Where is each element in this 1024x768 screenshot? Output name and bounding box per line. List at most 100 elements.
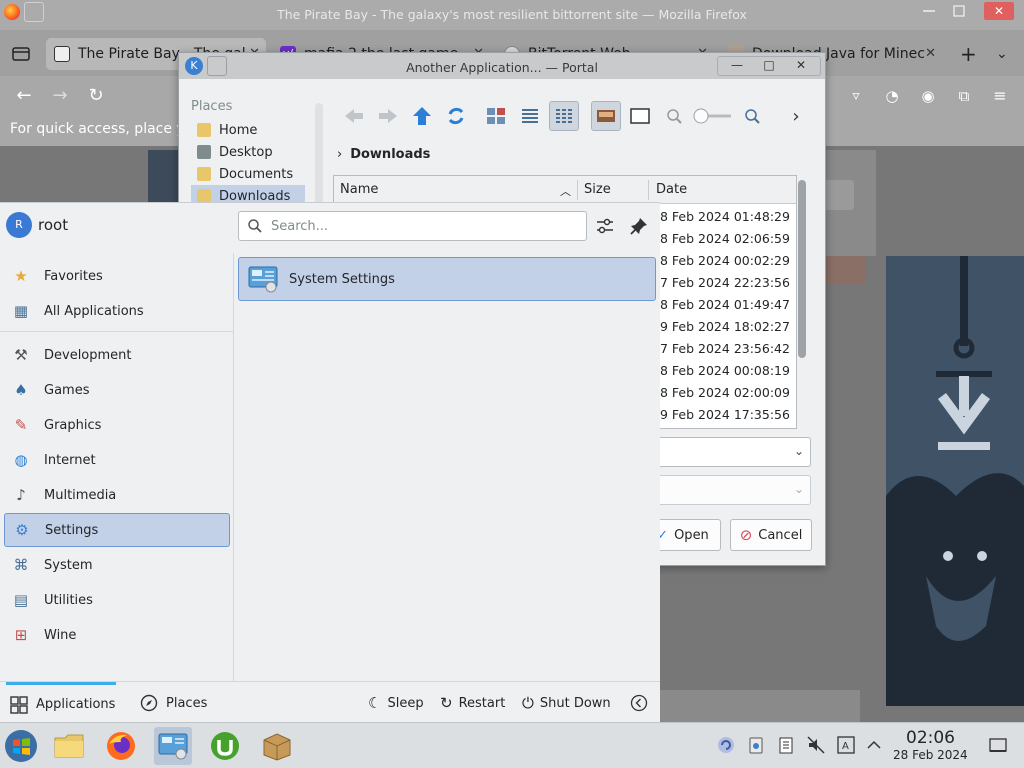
breadcrumb[interactable]: › Downloads — [337, 147, 430, 162]
extension-icon[interactable]: ◔ — [880, 84, 904, 108]
tab-places[interactable]: Places — [140, 682, 230, 724]
category-multimedia[interactable]: ♪ Multimedia — [4, 478, 230, 512]
preview-icon[interactable] — [591, 101, 621, 131]
dialog-toolbar: › — [339, 99, 819, 133]
forward-button[interactable]: → — [48, 84, 72, 108]
file-date: 8 Feb 2024 02:00:09 — [660, 385, 790, 400]
zoom-in-icon[interactable] — [737, 101, 767, 131]
hamburger-menu-icon[interactable]: ≡ — [988, 84, 1012, 108]
back-button[interactable]: ← — [12, 84, 36, 108]
column-name[interactable]: Name — [340, 182, 378, 197]
cancel-icon: ⊘ — [739, 526, 753, 544]
system-settings-taskbar-button[interactable] — [154, 727, 192, 765]
category-internet[interactable]: ◍ Internet — [4, 443, 230, 477]
maximize-button[interactable] — [950, 3, 968, 19]
tray-expand-chevron-icon[interactable] — [864, 735, 884, 755]
reload-button[interactable]: ↻ — [84, 84, 108, 108]
package-icon — [263, 733, 291, 761]
package-installer-taskbar-button[interactable] — [258, 727, 296, 765]
result-system-settings[interactable]: System Settings — [238, 257, 656, 301]
games-icon: ♠ — [14, 381, 28, 399]
file-type-filter-combobox[interactable]: ⌄ — [655, 475, 811, 505]
tray-input-method-icon[interactable]: A — [836, 735, 856, 755]
pin-launcher-button[interactable] — [628, 215, 650, 237]
category-system[interactable]: ⌘ System — [4, 548, 230, 582]
clock-time[interactable]: 02:06 — [906, 728, 955, 748]
show-desktop-icon[interactable] — [988, 735, 1008, 755]
dialog-maximize-button[interactable]: □ — [754, 58, 784, 72]
account-icon[interactable]: ◉ — [916, 84, 940, 108]
search-field[interactable] — [238, 211, 587, 241]
restart-button[interactable]: ↻ Restart — [440, 682, 505, 724]
pocket-icon[interactable]: ▿ — [844, 84, 868, 108]
user-profile[interactable]: R root — [6, 212, 68, 238]
list-all-tabs-button[interactable] — [6, 38, 36, 70]
tab-favicon-icon — [54, 46, 70, 62]
start-menu-button[interactable] — [2, 727, 40, 765]
new-tab-button[interactable]: + — [952, 38, 978, 70]
application-launcher: R root ★ Favorites ▦ All Applications ⚒ Devel… — [0, 202, 660, 722]
close-window-button[interactable]: ✕ — [984, 2, 1014, 20]
filename-combobox[interactable]: ⌄ — [655, 437, 811, 467]
compact-view-icon[interactable] — [515, 101, 545, 131]
firefox-titlebar: The Pirate Bay - The galaxy's most resil… — [0, 0, 1024, 30]
chevron-down-icon: ⌄ — [793, 482, 804, 496]
extensions-puzzle-icon[interactable]: ⧉ — [952, 84, 976, 108]
zoom-slider[interactable] — [691, 101, 735, 131]
more-options-button[interactable] — [630, 682, 648, 724]
category-label: All Applications — [44, 303, 144, 319]
category-label: Favorites — [44, 268, 103, 284]
utorrent-taskbar-button[interactable] — [206, 727, 244, 765]
breadcrumb-current: Downloads — [350, 147, 431, 162]
place-home[interactable]: Home — [191, 119, 305, 141]
shutdown-label: Shut Down — [539, 695, 611, 711]
shutdown-button[interactable]: ⏻ Shut Down — [522, 682, 611, 724]
username: root — [38, 216, 69, 234]
parent-folder-up-icon[interactable] — [407, 101, 437, 131]
search-input[interactable] — [271, 218, 571, 234]
tab-overflow-chevron-icon[interactable]: ⌄ — [988, 38, 1014, 70]
file-manager-taskbar-button[interactable] — [50, 727, 88, 765]
category-all-applications[interactable]: ▦ All Applications — [4, 294, 230, 328]
category-graphics[interactable]: ✎ Graphics — [4, 408, 230, 442]
dialog-minimize-button[interactable]: — — [722, 58, 752, 72]
firefox-taskbar-button[interactable] — [102, 727, 140, 765]
column-date[interactable]: Date — [656, 182, 687, 197]
place-documents[interactable]: Documents — [191, 163, 305, 185]
toolbar-overflow-chevron-icon[interactable]: › — [781, 101, 811, 131]
category-settings[interactable]: ⚙ Settings — [4, 513, 230, 547]
file-list-scrollbar[interactable] — [798, 180, 806, 358]
category-games[interactable]: ♠ Games — [4, 373, 230, 407]
sleep-button[interactable]: ☾ Sleep — [368, 682, 424, 724]
icons-view-icon[interactable] — [481, 101, 511, 131]
zoom-out-icon[interactable] — [659, 101, 689, 131]
minimize-button[interactable] — [920, 3, 938, 19]
category-utilities[interactable]: ▤ Utilities — [4, 583, 230, 617]
internet-icon: ◍ — [14, 451, 28, 469]
system-settings-icon — [248, 266, 278, 293]
cancel-button-label: Cancel — [758, 527, 803, 543]
category-development[interactable]: ⚒ Development — [4, 338, 230, 372]
detailed-view-icon[interactable] — [549, 101, 579, 131]
tray-update-icon[interactable] — [716, 735, 736, 755]
category-label: Development — [44, 347, 132, 363]
place-desktop[interactable]: Desktop — [191, 141, 305, 163]
clock-date[interactable]: 28 Feb 2024 — [893, 748, 968, 762]
column-size[interactable]: Size — [584, 182, 611, 197]
back-arrow-icon[interactable] — [339, 101, 369, 131]
cancel-button[interactable]: ⊘ Cancel — [730, 519, 812, 551]
configure-launcher-button[interactable] — [594, 215, 616, 237]
tab-applications[interactable]: Applications — [6, 682, 116, 724]
file-date: 7 Feb 2024 23:56:42 — [660, 341, 790, 356]
category-favorites[interactable]: ★ Favorites — [4, 259, 230, 293]
page-footer-bar — [660, 690, 860, 722]
category-wine[interactable]: ⊞ Wine — [4, 618, 230, 652]
tray-clipboard-icon[interactable] — [746, 735, 766, 755]
panel-toggle-icon[interactable] — [625, 101, 655, 131]
dialog-close-button[interactable]: ✕ — [786, 58, 816, 72]
close-tab-icon[interactable]: ✕ — [925, 46, 936, 61]
tray-volume-muted-icon[interactable] — [806, 735, 826, 755]
tray-notes-icon[interactable] — [776, 735, 796, 755]
reload-icon[interactable] — [441, 101, 471, 131]
forward-arrow-icon[interactable] — [373, 101, 403, 131]
